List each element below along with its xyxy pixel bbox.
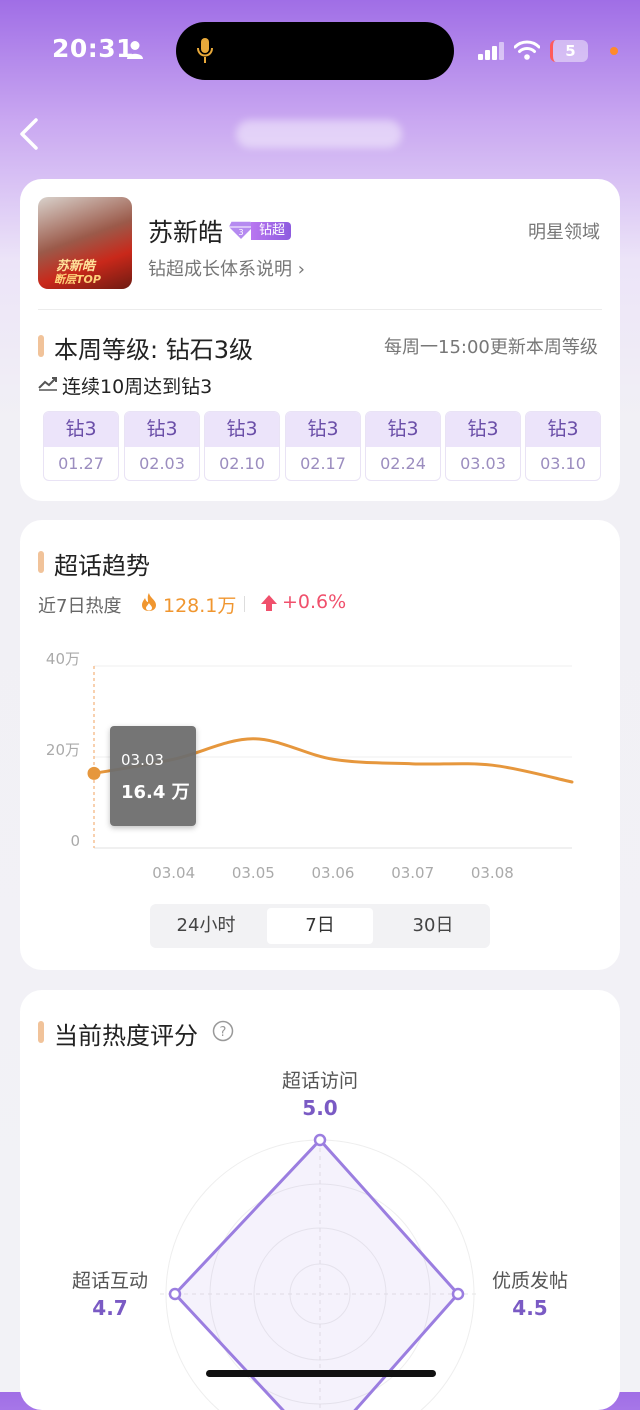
heat-value: 128.1万 <box>163 595 237 617</box>
week-history-level: 钻3 <box>205 412 279 447</box>
section-accent-bar <box>38 551 44 573</box>
profile-card: 苏新皓 断层TOP 苏新皓 3 钻超 钻超成长体系说明 › 明星领域 本周等级:… <box>20 179 620 501</box>
week-history-date: 03.03 <box>460 454 506 473</box>
avatar-subcaption: 断层TOP <box>54 273 101 286</box>
separator <box>244 596 245 612</box>
tooltip-value: 16.4 万 <box>121 782 190 803</box>
x-tick-label: 03.05 <box>232 864 275 880</box>
week-history-level: 钻3 <box>366 412 440 447</box>
tooltip-date: 03.03 <box>121 751 164 769</box>
battery-indicator: 5 <box>550 40 588 62</box>
arrow-up-icon <box>261 595 277 611</box>
week-history-cell: 钻3 02.03 <box>124 411 200 481</box>
person-icon <box>127 41 143 59</box>
week-history-level: 钻3 <box>286 412 360 447</box>
y-tick-label: 0 <box>70 832 80 850</box>
trend-up-icon <box>38 377 57 391</box>
badge-label: 钻超 <box>251 222 292 240</box>
week-history-cell: 钻3 03.03 <box>445 411 521 481</box>
x-tick-label: 03.04 <box>152 864 195 880</box>
week-history-level: 钻3 <box>526 412 600 447</box>
microphone-icon <box>197 38 213 63</box>
update-note: 每周一15:00更新本周等级 <box>384 337 598 358</box>
data-point <box>87 766 101 780</box>
blurred-nav-title <box>236 120 402 148</box>
week-history-level: 钻3 <box>44 412 118 447</box>
week-history-level: 钻3 <box>125 412 199 447</box>
growth-system-link[interactable]: 钻超成长体系说明 › <box>148 255 305 281</box>
help-icon[interactable]: ? <box>212 1020 234 1042</box>
week-history-cell: 钻3 02.24 <box>365 411 441 481</box>
week-history-level: 钻3 <box>446 412 520 447</box>
fire-icon <box>142 593 156 611</box>
dynamic-island <box>176 22 454 80</box>
radar-axis-value-interaction: 4.7 <box>92 1296 128 1320</box>
radar-axis-label-visits: 超话访问 <box>281 1070 358 1092</box>
x-tick-label: 03.08 <box>471 864 514 880</box>
week-history-date: 03.10 <box>540 454 586 473</box>
score-title: 当前热度评分 <box>54 1022 198 1050</box>
y-tick-label: 20万 <box>46 741 80 759</box>
x-tick-label: 03.07 <box>391 864 434 880</box>
home-indicator <box>206 1370 436 1377</box>
divider <box>38 309 602 310</box>
privacy-indicator-dot <box>610 47 618 55</box>
week-history-cell: 钻3 02.17 <box>285 411 361 481</box>
svg-text:3: 3 <box>238 228 243 237</box>
chart-tooltip: 03.03 16.4 万 <box>110 726 196 826</box>
heat-score-card: 当前热度评分 ? 超话访问 5.0 优质发帖 4.5 超话互动 4.7 <box>20 990 620 1410</box>
range-tab-group: 24小时 7日 30日 <box>150 904 490 948</box>
streak-text: 连续10周达到钻3 <box>62 376 213 398</box>
week-history-date: 02.10 <box>219 454 265 473</box>
heat-change: +0.6% <box>282 591 347 613</box>
section-accent-bar <box>38 1021 44 1043</box>
radar-axis-label-posts: 优质发帖 <box>491 1270 568 1292</box>
week-history-cell: 钻3 03.10 <box>525 411 601 481</box>
status-time: 20:31 <box>52 34 135 63</box>
week-history-cell: 钻3 01.27 <box>43 411 119 481</box>
week-history-date: 02.17 <box>300 454 346 473</box>
heat-label: 近7日热度 <box>38 596 122 617</box>
trend-title: 超话趋势 <box>54 552 150 580</box>
section-accent-bar <box>38 335 44 357</box>
svg-text:?: ? <box>220 1025 227 1040</box>
radar-axis-value-visits: 5.0 <box>302 1096 338 1120</box>
x-tick-label: 03.06 <box>312 864 355 880</box>
radar-axis-label-interaction: 超话互动 <box>71 1270 148 1292</box>
tab-30d[interactable]: 30日 <box>380 908 486 944</box>
tab-7d[interactable]: 7日 <box>267 908 373 944</box>
tab-24h[interactable]: 24小时 <box>154 908 258 944</box>
radar-axis-value-posts: 4.5 <box>512 1296 548 1320</box>
radar-point <box>168 1287 182 1301</box>
back-chevron-icon[interactable] <box>16 116 42 152</box>
y-tick-label: 40万 <box>46 650 80 668</box>
star-domain-link[interactable]: 明星领域 <box>528 218 600 244</box>
radar-point <box>451 1287 465 1301</box>
wifi-icon <box>514 40 540 60</box>
radar-point <box>313 1133 327 1147</box>
avatar[interactable]: 苏新皓 断层TOP <box>38 197 132 289</box>
week-history-date: 02.03 <box>139 454 185 473</box>
trend-card: 超话趋势 近7日热度 128.1万 +0.6% 40万 20万 0 03.04 03.0… <box>20 520 620 970</box>
week-level-title: 本周等级: 钻石3级 <box>54 336 253 364</box>
week-history-cell: 钻3 02.10 <box>204 411 280 481</box>
week-history-date: 02.24 <box>380 454 426 473</box>
profile-name: 苏新皓 <box>148 218 224 247</box>
week-history-date: 01.27 <box>58 454 104 473</box>
signal-icon <box>478 42 504 60</box>
